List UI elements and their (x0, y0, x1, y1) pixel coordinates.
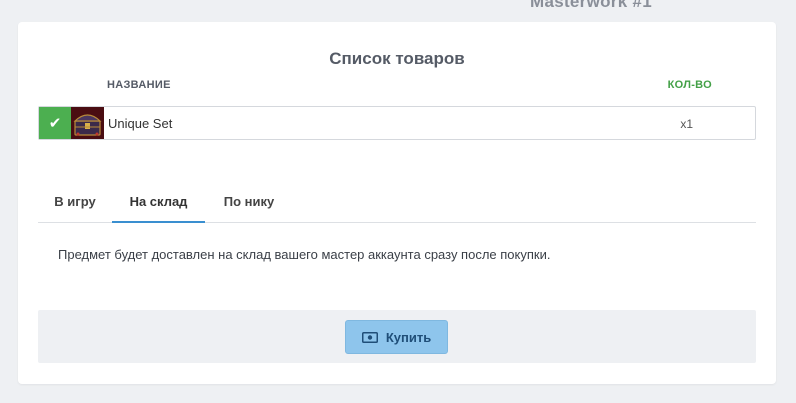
tab-to-warehouse[interactable]: На склад (112, 182, 205, 223)
table-row[interactable]: ✔ Unique Set x1 (38, 106, 756, 140)
buy-button[interactable]: Купить (345, 320, 448, 354)
card-footer: Купить (38, 310, 756, 363)
card-title: Список товаров (329, 49, 465, 68)
delivery-tabs: В игру На склад По нику (38, 182, 756, 223)
buy-button-label: Купить (385, 329, 432, 345)
delivery-description: Предмет будет доставлен на склад вашего … (58, 247, 551, 262)
checkmark-icon[interactable]: ✔ (39, 107, 71, 139)
cash-icon (361, 331, 378, 343)
column-header-name: НАЗВАНИЕ (107, 79, 171, 91)
column-header-qty: КОЛ-ВО (667, 79, 712, 91)
background-title: Masterwork #1 (530, 0, 653, 11)
tab-by-nickname[interactable]: По нику (205, 182, 293, 223)
item-name: Unique Set (108, 116, 173, 131)
tab-to-game[interactable]: В игру (38, 182, 112, 223)
chest-icon (71, 107, 104, 139)
item-quantity: x1 (680, 117, 693, 131)
product-list-card: Список товаров НАЗВАНИЕ КОЛ-ВО ✔ Unique … (18, 22, 776, 384)
